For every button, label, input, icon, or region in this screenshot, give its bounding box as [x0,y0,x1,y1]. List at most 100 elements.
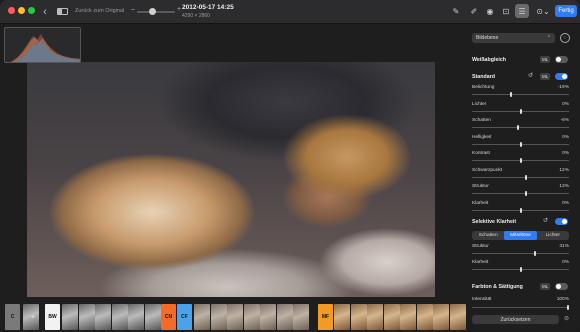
filter-thumbnail[interactable] [400,304,416,330]
slider-label: Klarheit [472,200,489,206]
crop-icon[interactable]: ⊡ [499,4,513,18]
filter-thumbnail[interactable] [367,304,383,330]
zoom-in-icon[interactable]: + [177,6,181,13]
zoom-out-icon[interactable]: – [131,6,135,13]
adjust-icon[interactable]: ☰ [515,4,529,18]
photo-date: 2012-05-17 14:25 [182,4,234,11]
filter-thumbnail[interactable] [95,304,111,330]
adjustment-slider[interactable] [472,207,569,213]
filter-thumbnail[interactable] [293,304,309,330]
slider-knob[interactable] [517,125,519,130]
add-filter-icon[interactable]: + [28,304,38,330]
segment-option[interactable]: Schatten [472,231,504,240]
segment-option[interactable]: Mitteltöne [504,231,537,240]
filter-group-tag[interactable]: C [5,304,20,330]
filter-filmstrip: C BW CN CF MF + [0,300,466,332]
layer-dropdown-label: Bildebene [476,35,499,41]
reset-options-icon[interactable]: ⊜ [564,315,569,322]
filter-thumbnail[interactable] [276,304,293,330]
intensity-slider[interactable] [472,305,569,310]
zoom-slider-knob[interactable] [149,8,156,15]
standard-ml-badge[interactable]: ML [540,73,551,80]
filter-thumbnail[interactable] [243,304,260,330]
intensity-slider-knob[interactable] [567,305,569,310]
slider-knob[interactable] [525,174,527,180]
slider-knob[interactable] [520,141,522,147]
filter-group-tag[interactable]: BW [45,304,60,330]
slider-knob[interactable] [534,251,536,256]
adjustment-slider[interactable] [472,174,569,180]
slider-label: Schwarzpunkt [472,167,503,173]
slider-knob[interactable] [520,207,522,213]
white-balance-heading: Weißabgleich [472,57,507,63]
filter-thumbnail[interactable] [260,304,276,330]
more-options-icon[interactable]: ⊙⌄ [535,4,551,18]
photo-resolution: 4290 × 2860 [182,13,210,19]
filters-icon[interactable]: ◉ [483,4,497,18]
segment-option[interactable]: Lichter [537,231,569,240]
adjustment-slider[interactable] [472,191,569,196]
selective-clarity-toggle[interactable] [555,218,568,225]
filter-thumbnail[interactable] [144,304,161,330]
filter-thumbnail[interactable] [227,304,243,330]
slider-knob[interactable] [510,92,512,97]
adjustment-slider[interactable] [472,141,569,147]
adjustment-slider[interactable] [472,158,569,163]
filter-thumbnail[interactable] [62,304,78,330]
filter-thumbnail[interactable] [433,304,449,330]
slider-knob[interactable] [520,108,522,114]
filter-group-tag[interactable]: CF [177,304,192,330]
close-window-button[interactable] [8,7,15,14]
adjustment-slider[interactable] [472,108,569,114]
slider-value: 31% [559,244,569,249]
brush-icon[interactable]: ✎ [449,4,463,18]
hue-saturation-ml-badge[interactable]: ML [540,283,551,290]
photo-canvas[interactable] [27,62,435,297]
slider-value: -19% [557,85,569,90]
layer-dropdown[interactable]: Bildebene ⌃ [472,33,555,43]
hue-saturation-heading: Farbton & Sättigung [472,284,523,290]
reset-all-button[interactable]: Zurücksetzen [472,315,559,324]
white-balance-toggle[interactable] [555,56,568,63]
filter-thumbnail[interactable] [128,304,144,330]
filter-group-tag[interactable]: MF [318,304,333,330]
filter-thumbnail[interactable] [194,304,210,330]
zoom-slider[interactable] [137,8,175,15]
slider-value: 13% [559,184,569,189]
filter-thumbnail[interactable] [111,304,128,330]
filter-thumbnail[interactable] [334,304,350,330]
filter-group-tag[interactable]: CN [161,304,176,330]
tone-segmented-control: Schatten Mitteltöne Lichter [472,231,569,240]
filter-thumbnail[interactable] [416,304,433,330]
filter-thumbnail[interactable] [350,304,367,330]
white-balance-ml-badge[interactable]: ML [540,56,551,63]
revert-to-original-button[interactable]: Zurück zum Original [75,8,124,14]
slider-knob[interactable] [520,158,522,163]
filter-thumbnail[interactable] [449,304,466,330]
slider-value: 12% [559,167,569,173]
split-view-icon[interactable] [55,4,69,19]
reset-selective-icon[interactable]: ↺ [543,217,548,224]
slider-knob[interactable] [520,267,522,272]
adjustment-slider[interactable] [472,251,569,256]
chevron-updown-icon: ⌃ [546,35,551,41]
back-chevron-icon[interactable]: ‹ [40,4,50,19]
reset-standard-icon[interactable]: ↺ [528,72,533,79]
slider-value: 0% [562,151,569,156]
slider-knob[interactable] [525,191,527,196]
filter-thumbnail[interactable] [78,304,95,330]
retouch-icon[interactable]: ✐ [467,4,481,18]
selective-clarity-heading: Selektive Klarheit [472,219,517,225]
adjustment-slider[interactable] [472,125,569,130]
adjustment-slider[interactable] [472,267,569,272]
filter-thumbnail[interactable] [383,304,400,330]
standard-toggle[interactable] [555,73,568,80]
done-button[interactable]: Fertig [555,5,577,17]
settings-icon[interactable]: ◌ [560,33,570,43]
hue-saturation-toggle[interactable] [555,283,568,290]
filter-thumbnail[interactable] [210,304,227,330]
minimize-window-button[interactable] [18,7,25,14]
histogram [4,27,81,63]
zoom-window-button[interactable] [28,7,35,14]
adjustment-slider[interactable] [472,92,569,97]
